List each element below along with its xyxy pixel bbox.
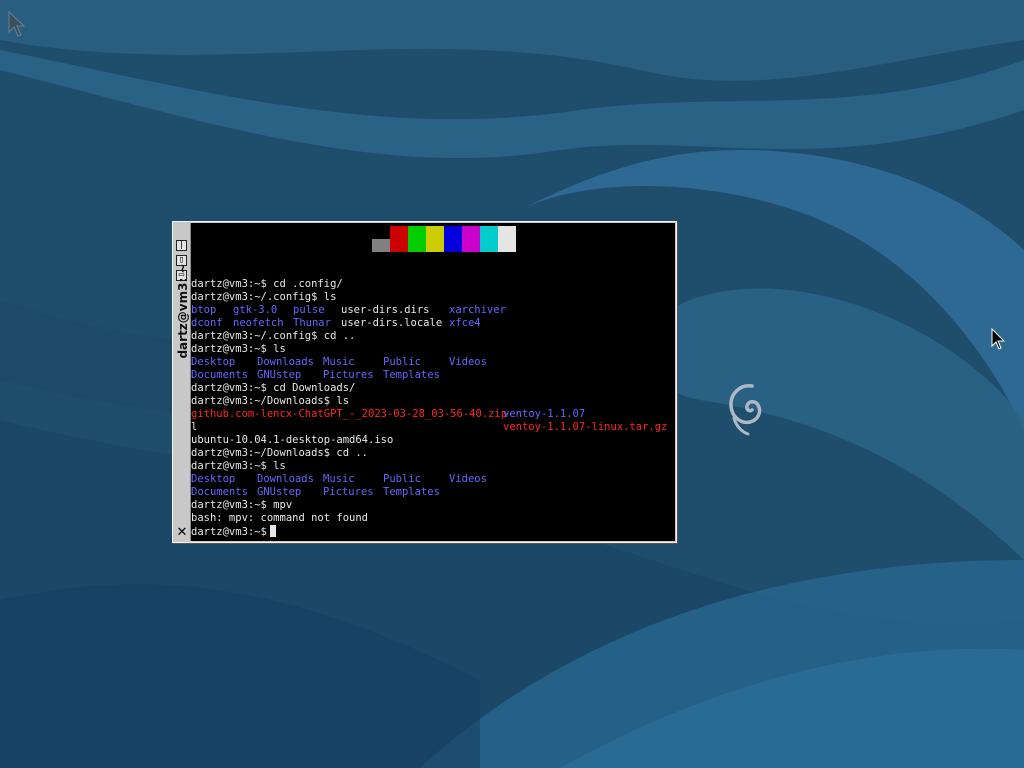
terminal-text: xarchiver xyxy=(449,304,506,316)
terminal-text: Pictures xyxy=(323,369,374,381)
terminal-line: l ventoy-1.1.07-linux.tar.gz xyxy=(191,421,675,434)
terminal-text: Public xyxy=(383,356,421,368)
terminal-line: ubuntu-10.04.1-desktop-amd64.iso xyxy=(191,434,675,447)
terminal-text: dconf xyxy=(191,317,223,329)
terminal-text: Downloads xyxy=(257,473,314,485)
text-cursor xyxy=(269,525,276,537)
terminal-line: dartz@vm3:~$ mpv xyxy=(191,499,675,512)
color-swatch xyxy=(372,239,390,252)
terminal-text: dartz@vm3:~$ mpv xyxy=(191,499,293,511)
terminal-output: dartz@vm3:~$ cd .config/dartz@vm3:~/.con… xyxy=(191,278,675,538)
desktop-corner-icon[interactable] xyxy=(6,8,32,42)
terminal-text: ventoy-1.1.07-linux.tar.gz xyxy=(503,421,668,433)
terminal-line: dconf neofetch Thunar user-dirs.locale xfce4 xyxy=(191,317,675,330)
terminal-text: dartz@vm3:~/Downloads$ cd .. xyxy=(191,447,369,459)
terminal-text: Thunar xyxy=(293,317,331,329)
terminal-text: Public xyxy=(383,473,421,485)
terminal-line: dartz@vm3:~/.config$ cd .. xyxy=(191,330,675,343)
terminal-text: Desktop xyxy=(191,356,236,368)
color-swatch-strip xyxy=(372,226,532,252)
terminal-line: github.com-lencx-ChatGPT_-_2023-03-28_03… xyxy=(191,408,675,421)
terminal-text: Documents xyxy=(191,369,248,381)
terminal-text: dartz@vm3:~/.config$ ls xyxy=(191,291,337,303)
terminal-window[interactable]: | ▯ ▭ dartz@vm3: ~ ✕ dartz@vm3:~$ cd .co… xyxy=(172,221,677,543)
debian-swirl-icon xyxy=(729,384,762,436)
terminal-line: dartz@vm3:~$ ls xyxy=(191,460,675,473)
terminal-text: neofetch xyxy=(233,317,284,329)
terminal-line: Desktop Downloads Music Public Videos xyxy=(191,356,675,369)
terminal-text: dartz@vm3:~$ cd .config/ xyxy=(191,278,343,290)
terminal-text: dartz@vm3:~/Downloads$ ls xyxy=(191,395,350,407)
terminal-text: xfce4 xyxy=(449,317,481,329)
terminal-text: dartz@vm3:~$ cd Downloads/ xyxy=(191,382,356,394)
terminal-line: dartz@vm3:~$ cd .config/ xyxy=(191,278,675,291)
terminal-text: Downloads xyxy=(257,356,314,368)
terminal-text: btop xyxy=(191,304,217,316)
terminal-text: Videos xyxy=(449,356,487,368)
terminal-text: Pictures xyxy=(323,486,374,498)
terminal-text: user-dirs.locale xyxy=(341,317,443,329)
terminal-line: Documents GNUstep Pictures Templates xyxy=(191,369,675,382)
window-title: dartz@vm3: ~ xyxy=(176,263,190,359)
terminal-text: user-dirs.dirs xyxy=(341,304,430,316)
terminal-text: pulse xyxy=(293,304,325,316)
terminal-line: btop gtk-3.0 pulse user-dirs.dirs xarchiver xyxy=(191,304,675,317)
color-swatch xyxy=(390,226,408,252)
terminal-text: github.com-lencx-ChatGPT_-_2023-03-28_03… xyxy=(191,408,508,420)
terminal-text: dartz@vm3:~$ ls xyxy=(191,343,286,355)
terminal-text: Music xyxy=(323,473,355,485)
terminal-line: Documents GNUstep Pictures Templates xyxy=(191,486,675,499)
color-swatch xyxy=(462,226,480,252)
terminal-line: dartz@vm3:~/Downloads$ ls xyxy=(191,395,675,408)
color-swatch xyxy=(498,226,516,252)
terminal-text: gtk-3.0 xyxy=(233,304,278,316)
terminal-text: Music xyxy=(323,356,355,368)
terminal-line: Desktop Downloads Music Public Videos xyxy=(191,473,675,486)
terminal-line: dartz@vm3:~/.config$ ls xyxy=(191,291,675,304)
terminal-line: dartz@vm3:~$ xyxy=(191,525,675,538)
terminal-text: ventoy-1.1.07 xyxy=(503,408,586,420)
window-titlebar[interactable]: | ▯ ▭ dartz@vm3: ~ ✕ xyxy=(174,223,191,541)
terminal-text: dartz@vm3:~/.config$ cd .. xyxy=(191,330,356,342)
terminal-text: ubuntu-10.04.1-desktop-amd64.iso xyxy=(191,434,394,446)
terminal-text: Documents xyxy=(191,486,248,498)
terminal-text: Desktop xyxy=(191,473,236,485)
color-swatch xyxy=(426,226,444,252)
terminal-line: dartz@vm3:~/Downloads$ cd .. xyxy=(191,447,675,460)
color-swatch xyxy=(444,226,462,252)
mouse-pointer-icon xyxy=(991,328,1006,350)
terminal-line: bash: mpv: command not found xyxy=(191,512,675,525)
terminal-text: GNUstep xyxy=(257,369,302,381)
terminal-screen[interactable]: dartz@vm3:~$ cd .config/dartz@vm3:~/.con… xyxy=(191,223,675,541)
color-swatch xyxy=(408,226,426,252)
close-icon[interactable]: ✕ xyxy=(176,526,188,539)
terminal-line: dartz@vm3:~$ cd Downloads/ xyxy=(191,382,675,395)
color-swatch xyxy=(480,226,498,252)
terminal-text: l xyxy=(191,421,198,433)
terminal-text: Templates xyxy=(383,369,440,381)
terminal-text: Templates xyxy=(383,486,440,498)
terminal-text: GNUstep xyxy=(257,486,302,498)
terminal-line: dartz@vm3:~$ ls xyxy=(191,343,675,356)
terminal-text: Videos xyxy=(449,473,487,485)
terminal-prompt: dartz@vm3:~$ xyxy=(191,525,276,539)
terminal-text: bash: mpv: command not found xyxy=(191,512,369,524)
terminal-text: dartz@vm3:~$ ls xyxy=(191,460,286,472)
